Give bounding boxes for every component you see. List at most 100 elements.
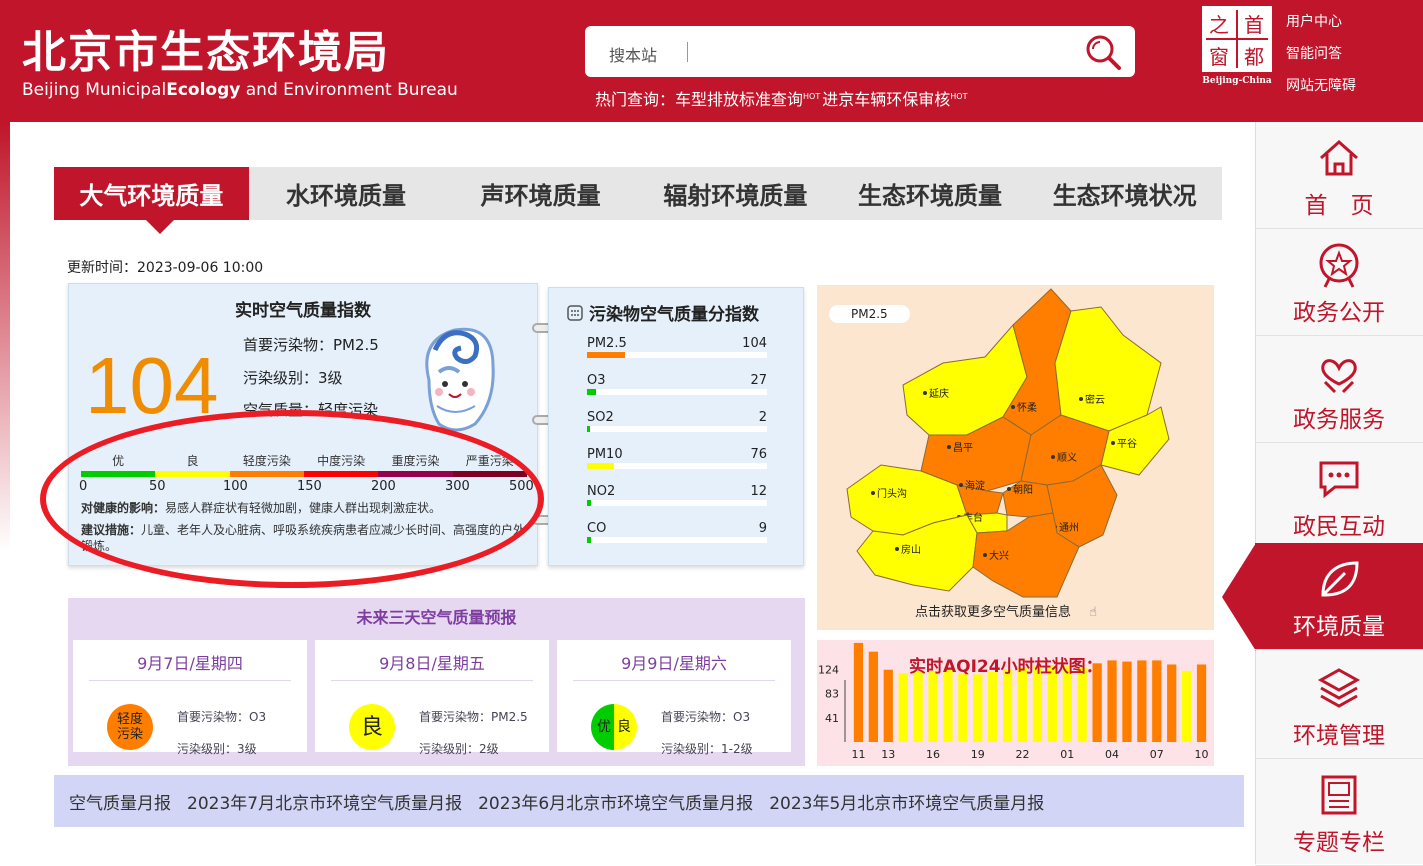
aqi-bar[interactable]: [853, 642, 864, 742]
district-label: 朝阳: [1013, 484, 1033, 496]
y-tick-label: 83: [825, 688, 839, 701]
pollution-level: 污染级别：3级: [243, 369, 343, 387]
aqi-bar[interactable]: [1152, 660, 1162, 742]
district-dot: [923, 391, 927, 395]
pollutant-name: PM10: [587, 447, 623, 462]
monthly-report-link[interactable]: 2023年6月北京市环境空气质量月报: [478, 789, 753, 814]
x-tick-label: 19: [971, 748, 985, 761]
aqi-bar[interactable]: [1167, 664, 1177, 742]
search-input[interactable]: [695, 36, 1075, 66]
tab-air-quality[interactable]: 大气环境质量: [54, 167, 249, 234]
aqi-bar[interactable]: [1077, 667, 1087, 742]
aqi-bar[interactable]: [898, 673, 908, 742]
monthly-report-bar: 空气质量月报 2023年7月北京市环境空气质量月报 2023年6月北京市环境空气…: [54, 775, 1244, 827]
pollutant-name: SO2: [587, 410, 614, 425]
aqi-bar[interactable]: [1017, 667, 1028, 742]
layers-icon: [1317, 668, 1361, 708]
top-links: 用户中心 智能问答 网站无障碍: [1286, 6, 1356, 102]
quality-tabs: 大气环境质量 水环境质量 声环境质量 辐射环境质量 生态环境质量 生态环境状况: [54, 167, 1222, 234]
aqi-bar[interactable]: [1137, 660, 1147, 742]
nav-item-environment-management[interactable]: 环境管理: [1255, 652, 1423, 759]
home-icon: [1320, 139, 1358, 176]
capital-window-logo[interactable]: 之 首 窗 都 Beijing-China: [1198, 4, 1276, 88]
badge-icon: [1319, 243, 1359, 288]
nav-item-special-topics[interactable]: 专题专栏: [1255, 759, 1423, 866]
x-tick-label: 04: [1105, 748, 1119, 761]
tab-ecology-quality[interactable]: 生态环境质量: [833, 167, 1028, 220]
pollutant-card-title: 污染物空气质量分指数: [567, 300, 759, 326]
map-pollutant-tag[interactable]: PM2.5: [829, 305, 910, 323]
aqi-bar[interactable]: [883, 669, 893, 742]
logo-caption: Beijing-China: [1202, 76, 1272, 86]
monthly-report-link[interactable]: 2023年5月北京市环境空气质量月报: [769, 789, 1044, 814]
accessibility-link[interactable]: 网站无障碍: [1286, 70, 1356, 102]
hot-link-1[interactable]: 车型排放标准查询: [675, 90, 803, 109]
search-scope-label[interactable]: 搜本站: [609, 42, 657, 66]
forecast-level-badge: 优良: [591, 704, 637, 750]
aqi-bar[interactable]: [868, 651, 878, 742]
nav-label: 政务公开: [1293, 300, 1385, 326]
primary-pollutant: 首要污染物：PM2.5: [243, 336, 379, 354]
smart-qa-link[interactable]: 智能问答: [1286, 38, 1356, 70]
tab-ecology-status[interactable]: 生态环境状况: [1027, 167, 1222, 220]
district-label: 昌平: [953, 442, 973, 454]
aqi-bar[interactable]: [1107, 660, 1117, 742]
aqi-bar[interactable]: [928, 670, 938, 742]
beijing-district-map[interactable]: 延庆 怀柔 密云 平谷 昌平 顺义 门头沟 海淀 朝阳 丰台 通州 房山 大兴 PM2.5 点击获取更多…: [817, 285, 1214, 630]
district-region[interactable]: [1054, 306, 1162, 432]
pollutant-row: SO2 2: [587, 410, 767, 432]
forecast-day-card: 9月9日/星期六 优良 首要污染物：O3 污染级别：1-2级: [557, 640, 791, 756]
district-label: 房山: [901, 543, 921, 556]
forecast-pollution-level: 污染级别：3级: [177, 742, 257, 756]
tab-noise-quality[interactable]: 声环境质量: [443, 167, 638, 220]
subtitle-bold: Ecology: [166, 80, 241, 100]
aqi-bar[interactable]: [1182, 670, 1192, 742]
aqi-bar[interactable]: [973, 674, 983, 742]
nav-item-home[interactable]: 首 页: [1255, 122, 1423, 229]
district-dot: [1007, 487, 1011, 491]
monthly-report-link[interactable]: 2023年7月北京市环境空气质量月报: [187, 789, 462, 814]
district-dot: [1111, 441, 1115, 445]
nav-item-gov-service[interactable]: 政务服务: [1255, 336, 1423, 443]
nav-item-environment-quality[interactable]: 环境质量: [1255, 543, 1423, 650]
aqi-bar[interactable]: [988, 672, 998, 742]
more-info-text[interactable]: 点击获取更多空气质量信息: [915, 605, 1071, 620]
aqi-bar[interactable]: [1122, 661, 1132, 742]
subtitle-part2: and Environment Bureau: [240, 80, 458, 100]
district-dot: [1051, 455, 1055, 459]
aqi-bar[interactable]: [1032, 666, 1043, 742]
district-dot: [871, 491, 875, 495]
more-air-quality-link[interactable]: 点击获取更多空气质量信息 ☝: [915, 601, 1097, 620]
nav-label: 政务服务: [1293, 407, 1385, 433]
nav-item-gov-affairs[interactable]: 政务公开: [1255, 229, 1423, 336]
nav-item-interaction[interactable]: 政民互动: [1255, 443, 1423, 550]
pollutant-value: 9: [758, 521, 767, 536]
monthly-report-heading[interactable]: 空气质量月报: [69, 789, 171, 814]
aqi-bar[interactable]: [1062, 666, 1072, 742]
pollutant-bar-fill: [587, 352, 625, 358]
pollutant-value: 27: [750, 373, 767, 388]
x-tick-label: 13: [881, 748, 895, 761]
pollutant-name: NO2: [587, 484, 616, 499]
tab-radiation-quality[interactable]: 辐射环境质量: [638, 167, 833, 220]
leaf-icon: [1321, 561, 1359, 597]
aqi-bar[interactable]: [1196, 664, 1207, 742]
user-center-link[interactable]: 用户中心: [1286, 6, 1356, 38]
site-title[interactable]: 北京市生态环境局: [22, 16, 390, 80]
district-label: 延庆: [929, 387, 949, 400]
pollutant-bar-track: [587, 389, 767, 395]
pollutant-bar-fill: [587, 389, 596, 395]
forecast-pollution-level: 污染级别：1-2级: [661, 742, 753, 756]
aqi-bar[interactable]: [913, 671, 923, 742]
search-divider: [687, 42, 688, 62]
forecast-primary-pollutant: 首要污染物：O3: [177, 710, 267, 724]
district-label: 海淀: [965, 479, 985, 492]
nav-label: 专题专栏: [1293, 830, 1385, 856]
aqi-bar[interactable]: [943, 669, 953, 742]
aqi-bar[interactable]: [958, 673, 968, 742]
hot-link-2[interactable]: 进京车辆环保审核: [822, 90, 950, 109]
search-icon[interactable]: [1083, 32, 1123, 76]
tab-water-quality[interactable]: 水环境质量: [249, 167, 444, 220]
aqi-bar[interactable]: [1003, 669, 1013, 742]
badge-text: 轻度污染: [116, 712, 143, 742]
